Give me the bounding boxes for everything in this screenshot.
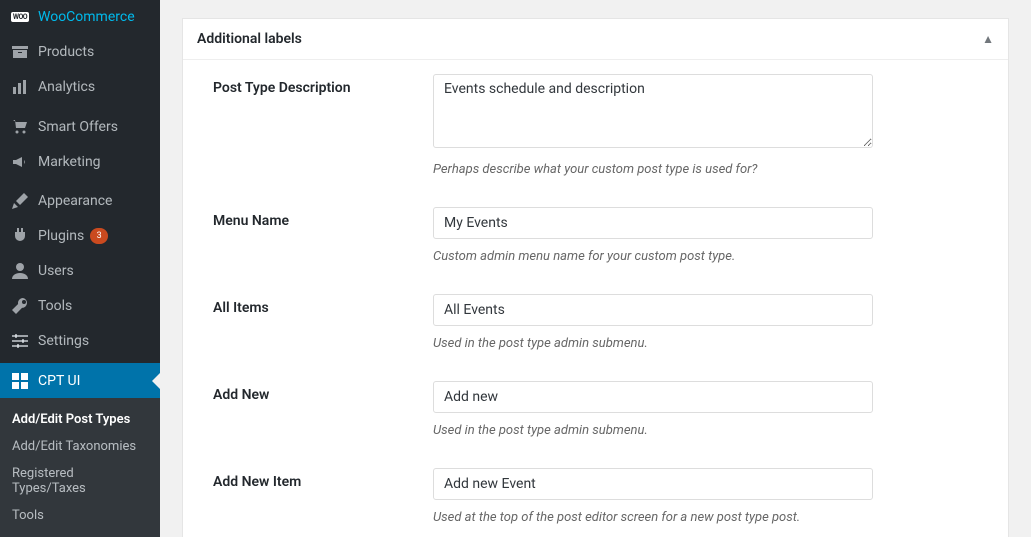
panel-title: Additional labels [197,31,302,47]
field-label: Post Type Description [213,74,433,177]
sidebar-item-cpt-ui[interactable]: CPT UI [0,363,160,398]
submenu-item-tools[interactable]: Tools [0,502,160,529]
sidebar-item-analytics[interactable]: Analytics [0,70,160,105]
all-items-input[interactable] [433,294,873,326]
sliders-icon [10,331,30,351]
sidebar-item-label: CPT UI [38,373,80,389]
woocommerce-icon: WOO [10,7,30,27]
field-menu-name: Menu Name Custom admin menu name for you… [213,207,998,264]
update-badge: 3 [90,228,108,244]
field-label: Add New [213,381,433,438]
submenu-item-label: Registered Types/Taxes [12,466,86,496]
field-control: Used in the post type admin submenu. [433,294,873,351]
sidebar-item-marketing[interactable]: Marketing [0,144,160,179]
post-type-description-input[interactable] [433,74,873,148]
field-all-items: All Items Used in the post type admin su… [213,294,998,351]
brush-icon [10,191,30,211]
field-add-new-item: Add New Item Used at the top of the post… [213,468,998,525]
sidebar-item-smart-offers[interactable]: Smart Offers [0,109,160,144]
submenu-item-label: Add/Edit Post Types [12,412,130,427]
field-control: Perhaps describe what your custom post t… [433,74,873,177]
bars-icon [10,77,30,97]
panel-header[interactable]: Additional labels ▲ [183,19,1008,60]
sidebar-item-label: Smart Offers [38,119,118,135]
cart-icon [10,117,30,137]
archive-icon [10,42,30,62]
megaphone-icon [10,152,30,172]
user-icon [10,261,30,281]
field-control: Custom admin menu name for your custom p… [433,207,873,264]
additional-labels-panel: Additional labels ▲ Post Type Descriptio… [182,18,1009,537]
grid-icon [10,371,30,391]
add-new-item-input[interactable] [433,468,873,500]
main-content: Additional labels ▲ Post Type Descriptio… [160,0,1031,537]
sidebar-item-label: Settings [38,333,89,349]
sidebar-item-woocommerce[interactable]: WOO WooCommerce [0,0,160,35]
field-hint: Custom admin menu name for your custom p… [433,249,873,264]
collapse-toggle-icon: ▲ [982,32,994,46]
field-label: Add New Item [213,468,433,525]
field-post-type-description: Post Type Description Perhaps describe w… [213,74,998,177]
field-hint: Used in the post type admin submenu. [433,423,873,438]
submenu-item-add-edit-post-types[interactable]: Add/Edit Post Types [0,406,160,433]
field-control: Used at the top of the post editor scree… [433,468,873,525]
plug-icon [10,226,30,246]
sidebar-item-plugins[interactable]: Plugins 3 [0,219,160,254]
field-hint: Used in the post type admin submenu. [433,336,873,351]
sidebar-item-label: Plugins [38,228,84,244]
admin-sidebar: WOO WooCommerce Products Analytics Smart… [0,0,160,537]
field-label: Menu Name [213,207,433,264]
sidebar-item-appearance[interactable]: Appearance [0,184,160,219]
submenu-item-label: Tools [12,508,44,523]
sidebar-item-label: Marketing [38,154,101,170]
sidebar-item-settings[interactable]: Settings [0,323,160,358]
submenu-item-add-edit-taxonomies[interactable]: Add/Edit Taxonomies [0,433,160,460]
add-new-input[interactable] [433,381,873,413]
sidebar-item-label: Users [38,263,74,279]
sidebar-item-users[interactable]: Users [0,254,160,289]
sidebar-item-label: Tools [38,298,72,314]
field-label: All Items [213,294,433,351]
sidebar-item-label: WooCommerce [38,9,135,25]
field-add-new: Add New Used in the post type admin subm… [213,381,998,438]
sidebar-item-tools[interactable]: Tools [0,289,160,324]
sidebar-item-label: Appearance [38,193,112,209]
sidebar-item-products[interactable]: Products [0,35,160,70]
field-hint: Perhaps describe what your custom post t… [433,162,873,177]
panel-body: Post Type Description Perhaps describe w… [183,60,1008,525]
sidebar-item-label: Products [38,44,94,60]
wrench-icon [10,296,30,316]
sidebar-submenu: Add/Edit Post Types Add/Edit Taxonomies … [0,398,160,537]
menu-name-input[interactable] [433,207,873,239]
field-control: Used in the post type admin submenu. [433,381,873,438]
sidebar-item-label: Analytics [38,79,95,95]
field-hint: Used at the top of the post editor scree… [433,510,873,525]
submenu-item-label: Add/Edit Taxonomies [12,439,136,454]
submenu-item-registered-types[interactable]: Registered Types/Taxes [0,460,160,502]
